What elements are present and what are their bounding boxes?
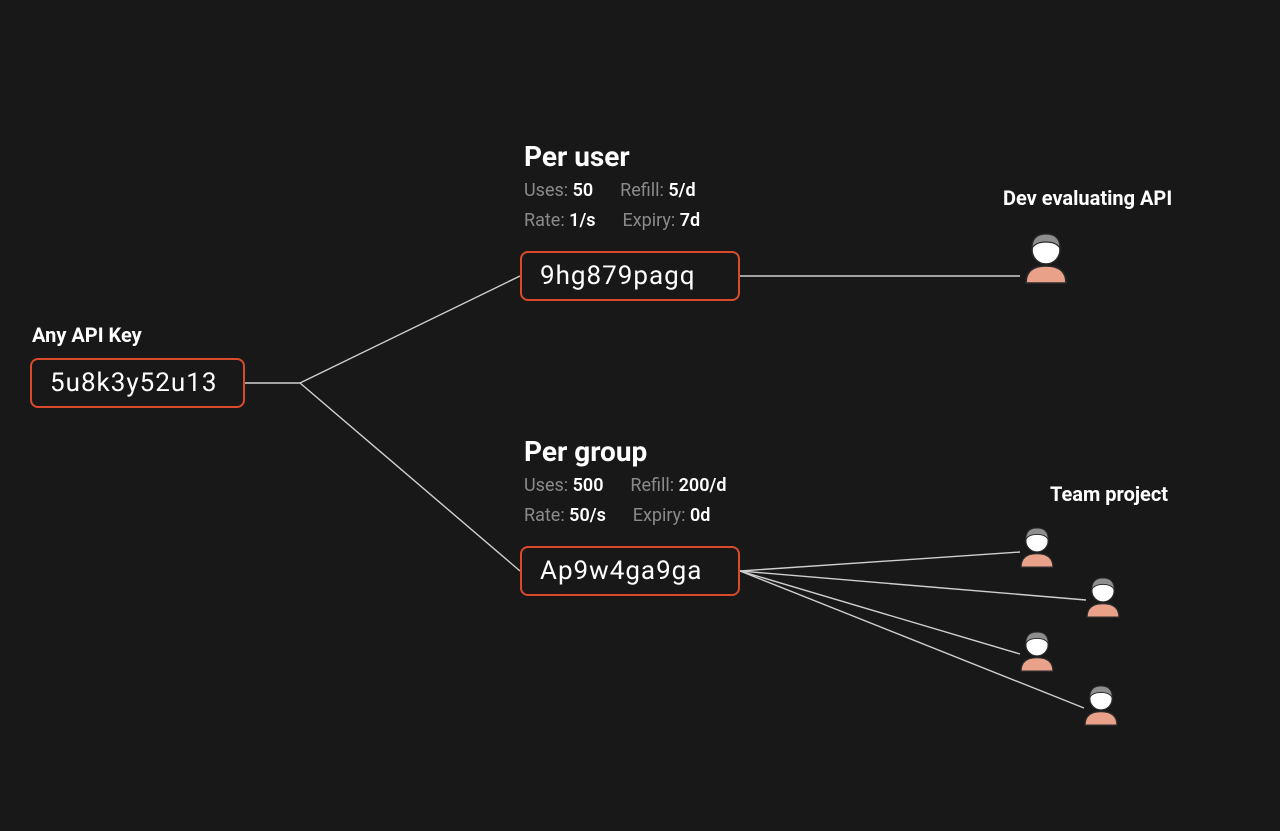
per-group-title: Per group [524, 435, 647, 468]
diagram-canvas: Any API Key 5u8k3y52u13 Per user Uses: 5… [0, 0, 1280, 831]
per-user-expiry-value: 7d [680, 210, 700, 231]
person-icon [1016, 624, 1058, 672]
per-user-uses-value: 50 [573, 180, 594, 201]
person-icon [1020, 224, 1072, 284]
per-group-stats-row1: Uses: 500 Refill: 200/d [524, 475, 726, 496]
per-user-rate-value: 1/s [569, 210, 595, 231]
per-group-expiry-label: Expiry: [633, 505, 686, 526]
per-user-rate-label: Rate: [524, 210, 565, 231]
per-user-title: Per user [524, 140, 630, 173]
person-icon [1080, 678, 1122, 726]
per-user-expiry-label: Expiry: [622, 210, 675, 231]
per-user-key-box: 9hg879pagq [520, 251, 740, 301]
per-group-stats-row2: Rate: 50/s Expiry: 0d [524, 505, 710, 526]
per-group-rate-label: Rate: [524, 505, 565, 526]
per-group-key-text: Ap9w4ga9ga [540, 556, 702, 586]
per-user-stats-row1: Uses: 50 Refill: 5/d [524, 180, 696, 201]
root-key-box: 5u8k3y52u13 [30, 358, 245, 408]
per-user-uses-label: Uses: [524, 180, 568, 201]
person-icon [1016, 520, 1058, 568]
per-group-uses-value: 500 [573, 475, 604, 496]
per-group-key-box: Ap9w4ga9ga [520, 546, 740, 596]
person-icon [1082, 570, 1124, 618]
per-user-stats-row2: Rate: 1/s Expiry: 7d [524, 210, 700, 231]
per-group-refill-label: Refill: [630, 475, 674, 496]
root-title: Any API Key [32, 323, 142, 347]
per-user-refill-label: Refill: [620, 180, 664, 201]
root-key-text: 5u8k3y52u13 [50, 368, 217, 398]
per-group-audience: Team project [1050, 482, 1168, 506]
per-user-refill-value: 5/d [668, 180, 695, 201]
per-group-uses-label: Uses: [524, 475, 568, 496]
per-group-refill-value: 200/d [679, 475, 727, 496]
per-group-rate-value: 50/s [569, 505, 606, 526]
per-user-key-text: 9hg879pagq [540, 261, 696, 291]
per-user-audience: Dev evaluating API [1003, 186, 1172, 210]
per-group-expiry-value: 0d [690, 505, 710, 526]
